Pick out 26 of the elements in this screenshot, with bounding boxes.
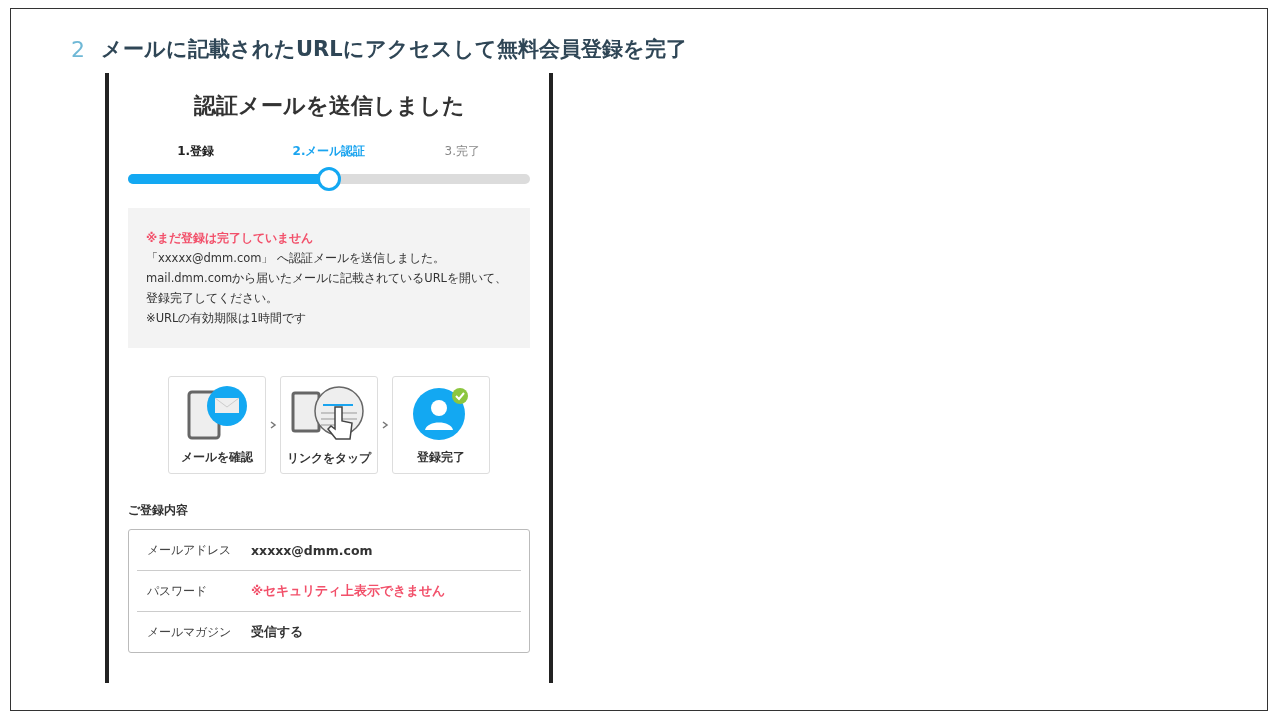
- row-value: ※セキュリティ上表示できません: [251, 582, 446, 600]
- notice-text: mail.dmm.comから届いたメールに記載されているURLを開いて、登録完了してください。: [146, 270, 509, 307]
- row-label: メールアドレス: [147, 541, 232, 559]
- step-label: 3.完了: [443, 143, 482, 160]
- phone-hand-tap-icon: [291, 384, 367, 443]
- step-heading: メールに記載されたURLにアクセスして無料会員登録を完了: [101, 36, 687, 63]
- step-label: 2.メール認証: [291, 143, 367, 160]
- flow-step-label: リンクをタップ: [287, 450, 371, 466]
- row-value: xxxxx@dmm.com: [251, 542, 373, 558]
- user-check-icon: [411, 385, 471, 442]
- progress-thumb: [317, 167, 341, 191]
- flow-step-label: 登録完了: [417, 449, 465, 465]
- chevron-icon: [268, 420, 278, 430]
- phone-envelope-icon: [187, 385, 247, 442]
- notice-text: ※URLの有効期限は1時間です: [146, 310, 307, 327]
- warning-text: ※まだ登録は完了していません: [146, 230, 315, 247]
- row-value: 受信する: [251, 623, 303, 641]
- step-number: 2: [71, 36, 85, 62]
- step-label: 1.登録: [176, 143, 216, 160]
- chevron-icon: [380, 420, 390, 430]
- screen-title: 認証メールを送信しました: [193, 92, 465, 120]
- row-label: パスワード: [147, 582, 208, 600]
- row-label: メールマガジン: [147, 623, 232, 641]
- flow-step-label: メールを確認: [181, 449, 253, 465]
- notice-text: 「xxxxx@dmm.com」 へ認証メールを送信しました。: [146, 250, 447, 267]
- section-title: ご登録内容: [128, 502, 189, 519]
